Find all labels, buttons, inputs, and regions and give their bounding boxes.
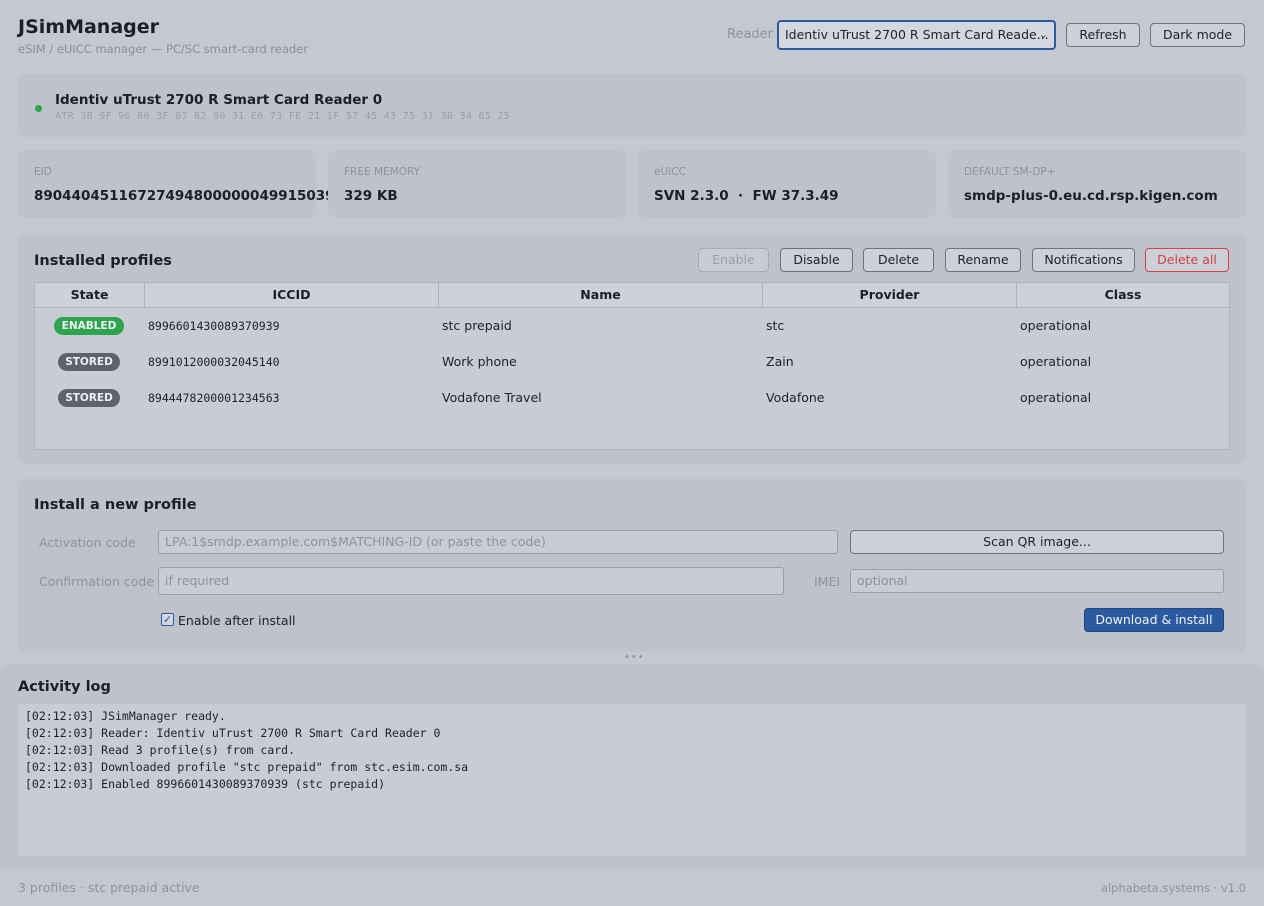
confirmation-code-label: Confirmation code: [39, 574, 154, 589]
cell-class: operational: [1020, 354, 1092, 369]
status-summary: 3 profiles · stc prepaid active: [18, 880, 200, 895]
cell-iccid: 8991012000032045140: [148, 355, 280, 369]
column-header-provider[interactable]: Provider: [763, 283, 1017, 307]
imei-input[interactable]: optional: [850, 569, 1224, 593]
info-card-label: DEFAULT SM-DP+: [964, 166, 1056, 178]
cell-name: Vodafone Travel: [442, 390, 542, 405]
info-card-label: eUICC: [654, 166, 686, 178]
info-card-eid: EID 89044045116727494800000049915039: [18, 150, 335, 218]
info-card-value: SVN 2.3.0 · FW 37.3.49: [654, 188, 839, 204]
column-header-class[interactable]: Class: [1017, 283, 1229, 307]
status-badge: STORED: [58, 353, 120, 371]
status-badge: ENABLED: [54, 317, 124, 335]
reader-label: Reader: [727, 27, 774, 42]
reader-select[interactable]: Identiv uTrust 2700 R Smart Card Reade..…: [777, 20, 1056, 50]
info-card-default-smdp: DEFAULT SM-DP+ smdp-plus-0.eu.cd.rsp.kig…: [948, 150, 1246, 218]
status-badge: STORED: [58, 389, 120, 407]
column-header-iccid[interactable]: ICCID: [145, 283, 439, 307]
app-title: JSimManager: [18, 16, 159, 38]
reader-select-value: Identiv uTrust 2700 R Smart Card Reade..…: [785, 27, 1049, 42]
activation-code-input[interactable]: LPA:1$smdp.example.com$MATCHING-ID (or p…: [158, 530, 838, 554]
cell-iccid: 8996601430089370939: [148, 319, 280, 333]
reader-name: Identiv uTrust 2700 R Smart Card Reader …: [55, 92, 383, 108]
app-subtitle: eSIM / eUICC manager — PC/SC smart-card …: [18, 42, 308, 56]
delete-all-button[interactable]: Delete all: [1145, 248, 1229, 272]
column-header-name[interactable]: Name: [439, 283, 763, 307]
table-header: State ICCID Name Provider Class: [35, 283, 1229, 308]
activity-log[interactable]: [02:12:03] JSimManager ready. [02:12:03]…: [18, 704, 1246, 856]
download-install-button[interactable]: Download & install: [1084, 608, 1224, 632]
status-version: alphabeta.systems · v1.0: [1100, 881, 1246, 895]
chevron-down-icon: ⌄: [1038, 28, 1048, 41]
dark-mode-button[interactable]: Dark mode: [1150, 23, 1245, 47]
status-dot-icon: [35, 105, 42, 112]
install-title: Install a new profile: [34, 497, 197, 513]
enable-after-install-checkbox[interactable]: ✓: [161, 613, 174, 626]
log-line: [02:12:03] Read 3 profile(s) from card.: [25, 743, 296, 757]
info-card-value: smdp-plus-0.eu.cd.rsp.kigen.com: [964, 188, 1218, 204]
log-line: [02:12:03] Enabled 8996601430089370939 (…: [25, 777, 386, 791]
cell-name: stc prepaid: [442, 318, 512, 333]
enable-button[interactable]: Enable: [698, 248, 769, 272]
delete-button[interactable]: Delete: [863, 248, 934, 272]
table-row[interactable]: STORED 8991012000032045140 Work phone Za…: [35, 344, 1229, 380]
checkmark-icon: ✓: [162, 613, 173, 626]
info-card-label: EID: [34, 166, 52, 178]
info-card-free-memory: FREE MEMORY 329 KB: [328, 150, 626, 218]
profiles-title: Installed profiles: [34, 253, 172, 269]
log-line: [02:12:03] JSimManager ready.: [25, 709, 226, 723]
disable-button[interactable]: Disable: [780, 248, 853, 272]
splitter-handle-icon[interactable]: •••: [624, 652, 645, 663]
cell-provider: Zain: [766, 354, 794, 369]
imei-label: IMEI: [814, 574, 841, 589]
info-card-euicc: eUICC SVN 2.3.0 · FW 37.3.49: [638, 150, 936, 218]
info-card-value: 329 KB: [344, 188, 398, 204]
info-card-label: FREE MEMORY: [344, 166, 420, 178]
info-card-value: 89044045116727494800000049915039: [34, 188, 335, 204]
reader-panel: Identiv uTrust 2700 R Smart Card Reader …: [18, 74, 1246, 137]
scan-qr-button[interactable]: Scan QR image...: [850, 530, 1224, 554]
log-line: [02:12:03] Reader: Identiv uTrust 2700 R…: [25, 726, 441, 740]
install-panel: Install a new profile Activation code LP…: [18, 479, 1246, 652]
activity-log-title: Activity log: [18, 679, 111, 695]
confirmation-code-input[interactable]: if required: [158, 567, 784, 595]
cell-class: operational: [1020, 390, 1092, 405]
profiles-table: State ICCID Name Provider Class ENABLED …: [34, 282, 1230, 450]
notifications-button[interactable]: Notifications: [1032, 248, 1135, 272]
log-line: [02:12:03] Downloaded profile "stc prepa…: [25, 760, 469, 774]
reader-atr: ATR 3B 9F 96 80 3F 87 82 80 31 E0 73 FE …: [55, 111, 511, 122]
profiles-panel: Installed profiles Enable Disable Delete…: [18, 233, 1246, 464]
table-row[interactable]: STORED 8944478200001234563 Vodafone Trav…: [35, 380, 1229, 416]
cell-class: operational: [1020, 318, 1092, 333]
column-header-state[interactable]: State: [35, 283, 145, 307]
refresh-button[interactable]: Refresh: [1066, 23, 1140, 47]
cell-iccid: 8944478200001234563: [148, 391, 280, 405]
cell-provider: stc: [766, 318, 785, 333]
cell-provider: Vodafone: [766, 390, 825, 405]
cell-name: Work phone: [442, 354, 517, 369]
rename-button[interactable]: Rename: [945, 248, 1021, 272]
enable-after-install-label[interactable]: Enable after install: [178, 613, 296, 628]
table-row[interactable]: ENABLED 8996601430089370939 stc prepaid …: [35, 308, 1229, 344]
activation-code-label: Activation code: [39, 535, 136, 550]
